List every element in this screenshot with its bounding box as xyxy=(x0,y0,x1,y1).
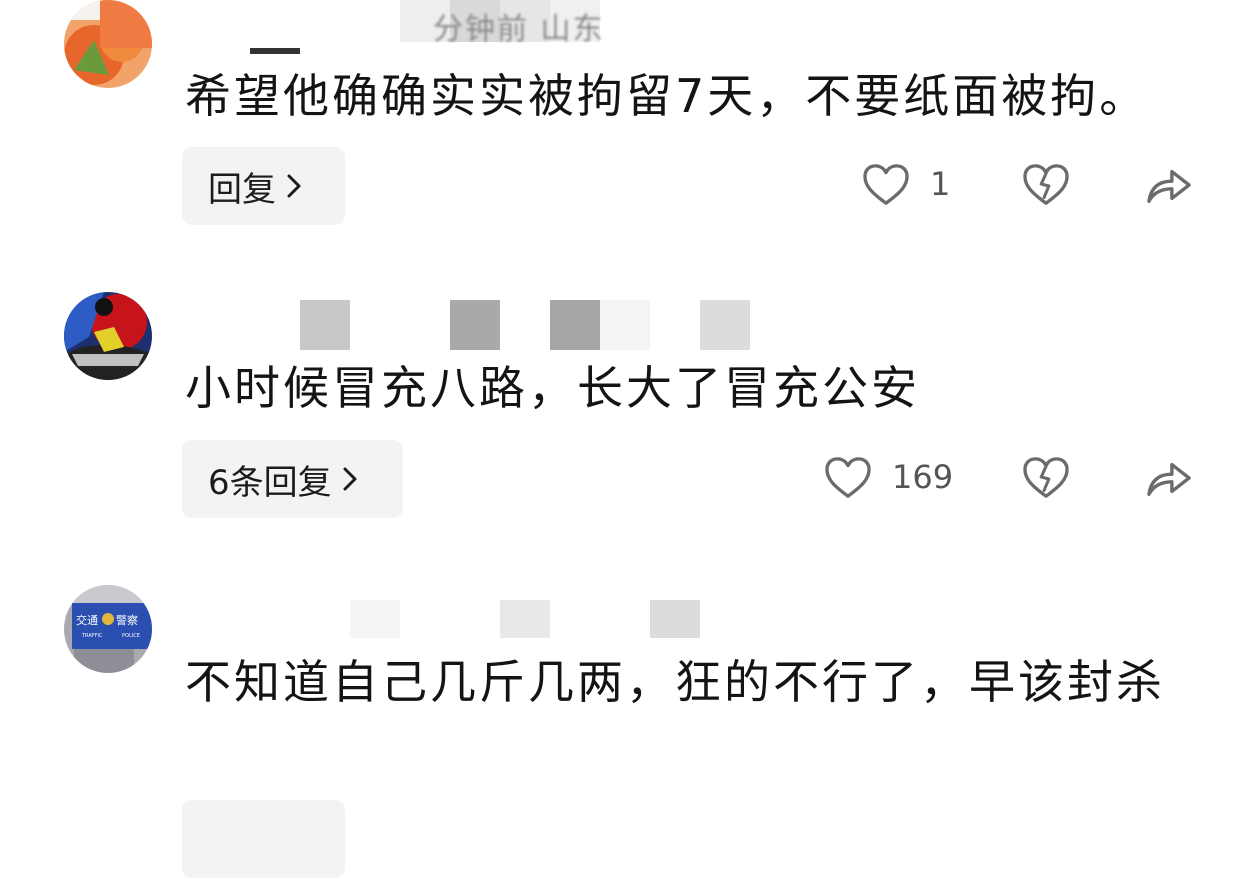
redacted-mosaic xyxy=(550,300,600,350)
like-count: 169 xyxy=(892,458,954,496)
traffic-police-avatar-image: 交通 警察 TRAFFIC POLICE xyxy=(64,585,152,673)
avatar-badge-text: 警察 xyxy=(116,613,138,627)
avatar[interactable] xyxy=(64,292,152,380)
heart-icon[interactable] xyxy=(862,163,910,207)
comment-actions: 169 xyxy=(0,448,1260,508)
flower-avatar-image xyxy=(64,0,152,88)
broken-heart-icon[interactable] xyxy=(1022,456,1070,500)
comment-meta: 分钟前 山东 xyxy=(185,0,685,54)
comment-content: 小时候冒充八路，长大了冒充公安 xyxy=(185,361,920,415)
avatar[interactable] xyxy=(64,0,152,88)
redacted-mosaic xyxy=(650,600,700,638)
comment-meta xyxy=(185,600,785,650)
redacted-mosaic xyxy=(600,300,650,350)
avatar[interactable]: 交通 警察 TRAFFIC POLICE xyxy=(64,585,152,673)
redacted-mosaic xyxy=(300,300,350,350)
redacted-mosaic xyxy=(500,600,550,638)
redacted-mosaic xyxy=(350,600,400,638)
share-icon[interactable] xyxy=(1145,163,1193,207)
redacted-mosaic xyxy=(250,48,300,54)
comment-meta-text: 分钟前 山东 xyxy=(433,12,605,47)
avatar-badge-text: TRAFFIC xyxy=(81,633,103,639)
reply-button[interactable] xyxy=(182,800,345,878)
broken-heart-icon[interactable] xyxy=(1022,163,1070,207)
like-count: 1 xyxy=(930,165,951,203)
redacted-mosaic xyxy=(700,300,750,350)
share-icon[interactable] xyxy=(1145,456,1193,500)
avatar-badge-text: 交通 xyxy=(76,613,98,627)
heart-icon[interactable] xyxy=(824,456,872,500)
comment-meta xyxy=(185,300,785,350)
comment-content: 不知道自己几斤几两，狂的不行了，早该封杀 xyxy=(185,655,1165,709)
comment-content: 希望他确确实实被拘留7天，不要纸面被拘。 xyxy=(185,69,1149,123)
redacted-mosaic xyxy=(450,300,500,350)
car-avatar-image xyxy=(64,292,152,380)
comment-actions: 1 xyxy=(0,155,1260,215)
avatar-badge-text: POLICE xyxy=(122,633,140,639)
